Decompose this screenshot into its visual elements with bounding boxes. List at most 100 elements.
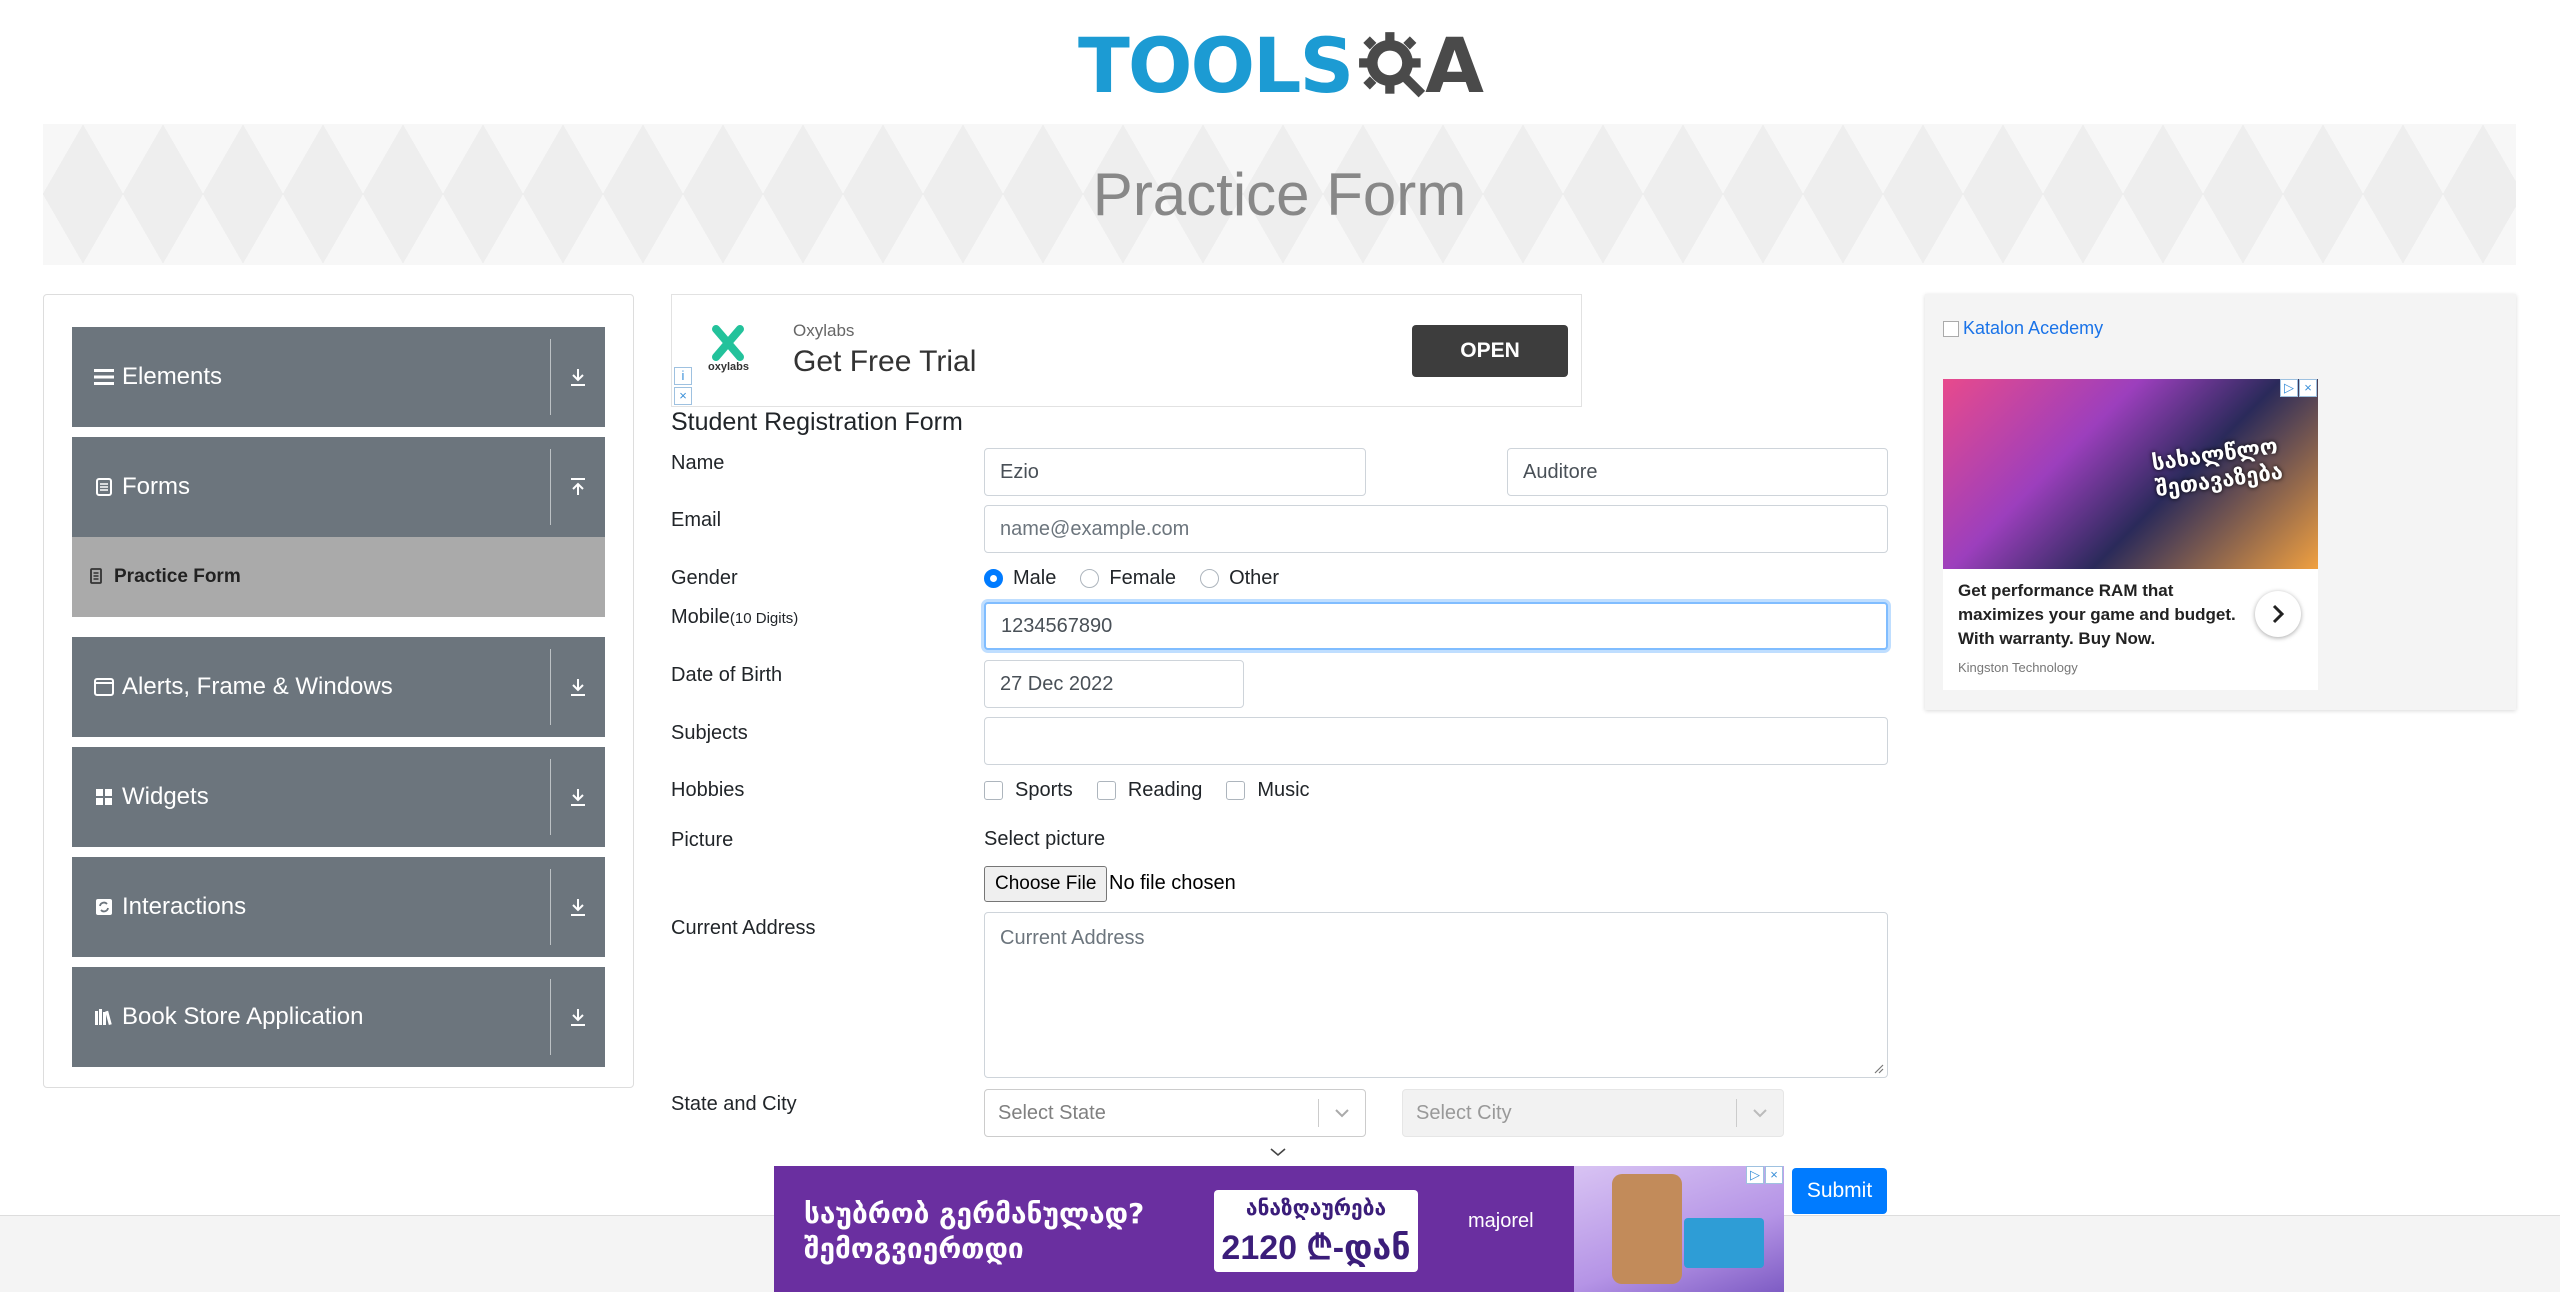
email-label: Email — [671, 509, 722, 531]
sidebar-group-widgets[interactable]: Widgets — [72, 747, 605, 847]
broken-image-icon — [1943, 320, 1959, 337]
radio-button[interactable] — [1200, 569, 1220, 588]
city-select[interactable]: Select City — [1402, 1089, 1784, 1137]
radio-button[interactable] — [984, 569, 1003, 588]
hobby-option-label: Sports — [1015, 779, 1073, 801]
sidebar-group-label: Widgets — [122, 783, 209, 810]
hobby-option-reading[interactable]: Reading — [1096, 779, 1203, 802]
gear-magnifier-icon — [1359, 32, 1426, 98]
document-icon — [94, 478, 114, 496]
city-select-value: Select City — [1416, 1101, 1512, 1124]
download-arrow-icon — [551, 1007, 605, 1027]
ad-illustration — [1574, 1166, 1784, 1292]
picture-label: Picture — [671, 829, 734, 851]
current-address-textarea[interactable]: Current Address — [984, 912, 1888, 1078]
ad-brand: Oxylabs — [793, 321, 855, 340]
ad-info-icon[interactable]: ▷ — [1746, 1166, 1764, 1184]
ad-figure — [1612, 1174, 1682, 1284]
gender-option-male[interactable]: Male — [984, 567, 1056, 590]
ad-close-icon[interactable]: × — [1765, 1166, 1783, 1184]
gender-option-label: Other — [1229, 567, 1280, 589]
sidebar-group-elements[interactable]: Elements — [72, 327, 605, 427]
ad-info-icon[interactable]: i — [674, 367, 692, 385]
name-label: Name — [671, 452, 725, 474]
sidebar-group-book-store[interactable]: Book Store Application — [72, 967, 605, 1067]
sidebar-item-practice-form[interactable]: Practice Form — [72, 537, 605, 617]
first-name-input[interactable]: Ezio — [984, 448, 1366, 496]
page-title: Practice Form — [1092, 161, 1467, 228]
select-picture-label: Select picture — [984, 828, 1106, 850]
ad-body-text: Get performance RAM that maximizes your … — [1958, 581, 2236, 648]
state-city-label: State and City — [671, 1093, 797, 1115]
resize-handle-icon[interactable] — [1872, 1062, 1884, 1074]
subjects-label: Subjects — [671, 722, 748, 744]
ad-line-1: საუბრობ გერმანულად? — [804, 1197, 1145, 1230]
hobby-option-music[interactable]: Music — [1226, 779, 1310, 802]
ad-info-icon[interactable]: ▷ — [2280, 379, 2298, 397]
state-select[interactable]: Select State — [984, 1089, 1366, 1137]
download-arrow-icon — [551, 367, 605, 387]
logo-text-a: A — [1425, 21, 1484, 110]
radio-button[interactable] — [1080, 569, 1100, 588]
ad-bottom-text: საუბრობ გერმანულად? შემოგვიერთდი — [804, 1196, 1144, 1266]
form-icon — [90, 567, 104, 587]
sidebar-group-label: Interactions — [122, 893, 247, 920]
hamburger-icon — [94, 368, 114, 386]
sidebar-group-forms[interactable]: Forms — [72, 437, 605, 537]
hobby-option-sports[interactable]: Sports — [984, 779, 1073, 802]
ad-photo: სახალწლო შეთავაზება — [1943, 379, 2318, 569]
ad-sidebar-right: Katalon Acedemy სახალწლო შეთავაზება ▷ × … — [1925, 294, 2516, 710]
gender-option-female[interactable]: Female — [1080, 567, 1176, 590]
checkbox[interactable] — [984, 781, 1003, 800]
gender-option-other[interactable]: Other — [1200, 567, 1279, 590]
gender-option-label: Female — [1109, 567, 1177, 589]
hobbies-checkbox-group: Sports Reading Music — [984, 779, 1334, 802]
ad-open-button[interactable]: OPEN — [1412, 325, 1568, 377]
sidebar-group-label: Forms — [122, 473, 190, 500]
ad-price-label: ანაზღაურება — [1245, 1197, 1387, 1220]
checkbox[interactable] — [1096, 781, 1116, 800]
ad-advertiser: Kingston Technology — [1958, 660, 2078, 675]
sidebar-group-interactions[interactable]: Interactions — [72, 857, 605, 957]
last-name-input[interactable]: Auditore — [1507, 448, 1888, 496]
download-arrow-icon — [551, 677, 605, 697]
left-sidebar: Elements Forms Practice Form Alerts, Fra… — [43, 294, 634, 1088]
sidebar-group-label: Book Store Application — [122, 1003, 364, 1030]
mobile-hint: (10 Digits) — [729, 610, 799, 627]
refresh-icon — [94, 898, 114, 916]
window-icon — [94, 678, 114, 696]
hobby-option-label: Reading — [1127, 779, 1203, 801]
email-input[interactable]: name@example.com — [984, 505, 1888, 553]
katalon-link-text: Katalon Acedemy — [1963, 318, 2104, 338]
toolsqa-logo[interactable]: TOOLS A — [1078, 18, 1484, 114]
chevron-down-icon[interactable] — [1737, 1108, 1783, 1118]
sidebar-group-alerts-frame-windows[interactable]: Alerts, Frame & Windows — [72, 637, 605, 737]
page-banner: Practice Form — [43, 124, 2516, 265]
choose-file-button[interactable]: Choose File — [984, 866, 1108, 902]
chevron-down-icon[interactable] — [1319, 1108, 1365, 1118]
subjects-input[interactable] — [984, 717, 1888, 765]
checkbox[interactable] — [1226, 781, 1246, 800]
ad-banner-bottom[interactable]: საუბრობ გერმანულად? შემოგვიერთდი ანაზღაუ… — [774, 1166, 1784, 1292]
katalon-academy-link[interactable]: Katalon Acedemy — [1943, 318, 2103, 339]
gender-option-label: Male — [1013, 567, 1057, 589]
chevron-right-icon[interactable] — [2255, 591, 2301, 637]
mobile-input[interactable]: 1234567890 — [984, 602, 1888, 650]
ad-close-icon[interactable]: × — [674, 387, 692, 405]
submit-button[interactable]: Submit — [1792, 1168, 1887, 1214]
books-icon — [94, 1008, 114, 1026]
hobbies-label: Hobbies — [671, 779, 745, 801]
ad-price-box: ანაზღაურება 2120 ₾-დან — [1214, 1190, 1418, 1272]
sidebar-group-label: Alerts, Frame & Windows — [122, 673, 393, 700]
ad-close-icon[interactable]: × — [2299, 379, 2317, 397]
chevron-down-icon[interactable] — [1268, 1146, 1288, 1158]
current-address-label: Current Address — [671, 917, 816, 939]
form-title: Student Registration Form — [671, 408, 963, 436]
ad-brand-mini: oxylabs — [708, 361, 749, 373]
kingston-ad-card[interactable]: სახალწლო შეთავაზება ▷ × Get performance … — [1943, 379, 2318, 690]
date-of-birth-input[interactable]: 27 Dec 2022 — [984, 660, 1244, 708]
download-arrow-icon — [551, 787, 605, 807]
dob-label: Date of Birth — [671, 664, 783, 686]
file-status: No file chosen — [1109, 872, 1236, 894]
ad-banner-top[interactable]: oxylabs Oxylabs Get Free Trial OPEN i × — [671, 294, 1582, 407]
